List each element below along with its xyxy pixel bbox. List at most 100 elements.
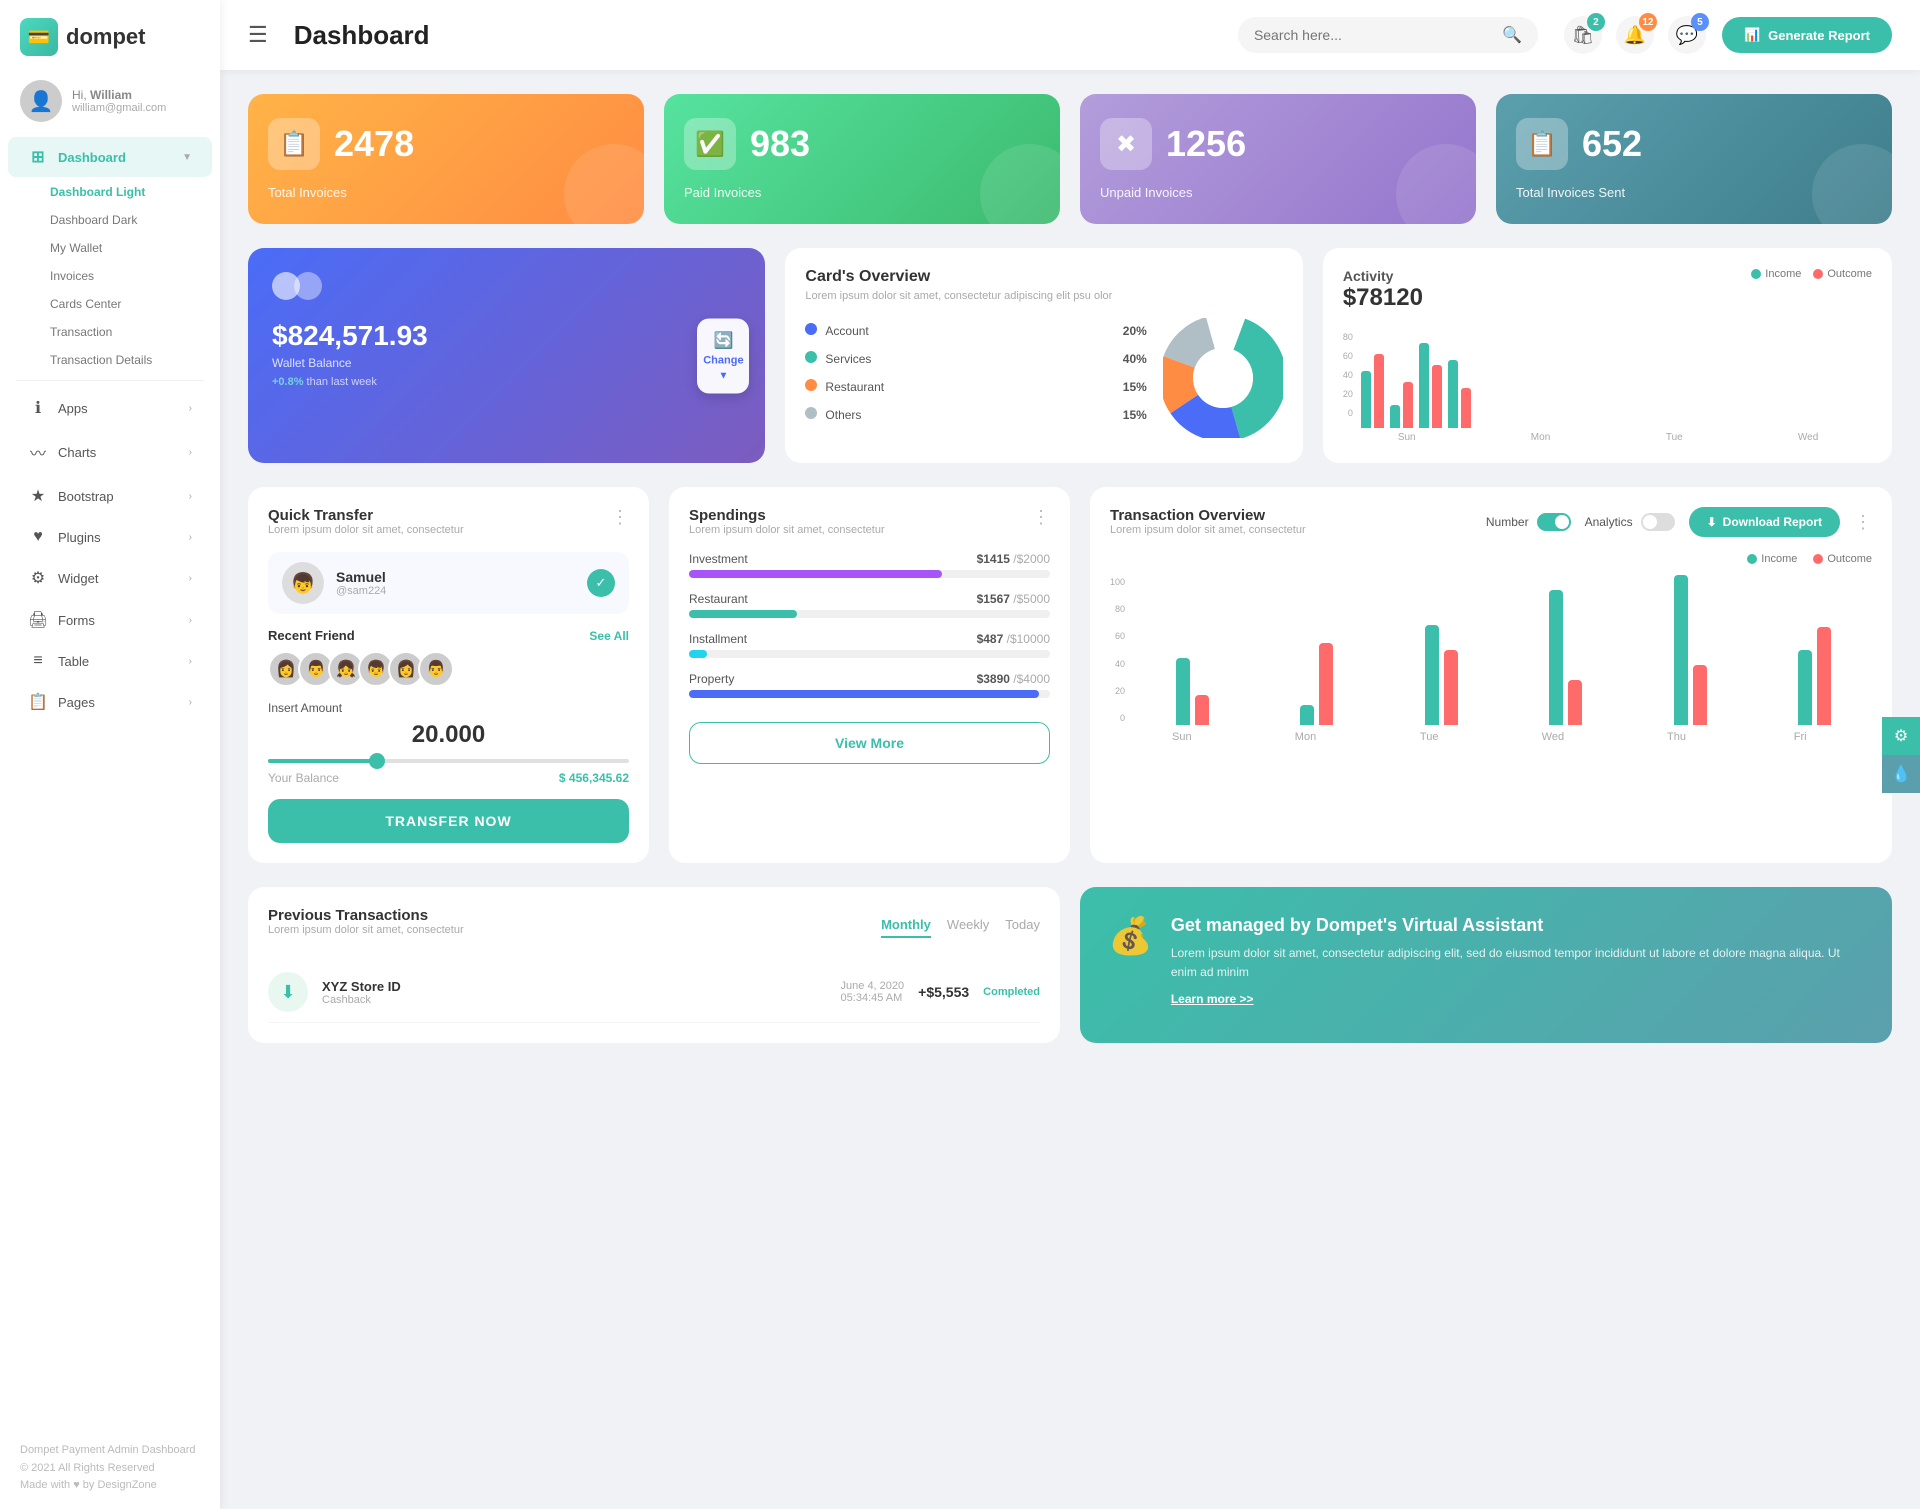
analytics-toggle[interactable] <box>1641 513 1675 531</box>
income-dot <box>1751 269 1761 279</box>
bar-tue-income <box>1419 343 1429 428</box>
sidebar-sub-transaction[interactable]: Transaction <box>0 318 220 346</box>
user-name: William <box>90 88 132 102</box>
spendings-panel: Spendings Lorem ipsum dolor sit amet, co… <box>669 487 1070 863</box>
sidebar-sub-dashboard-light[interactable]: Dashboard Light <box>0 178 220 206</box>
bar-wed-income <box>1448 360 1458 428</box>
activity-bar-chart <box>1361 338 1872 428</box>
va-desc: Lorem ipsum dolor sit amet, consectetur … <box>1171 944 1864 982</box>
last-row: Previous Transactions Lorem ipsum dolor … <box>248 887 1892 1043</box>
sidebar-sub-cards-center[interactable]: Cards Center <box>0 290 220 318</box>
tx-bar-fri-outcome <box>1817 627 1831 725</box>
tx-row-info: XYZ Store ID Cashback <box>322 979 827 1006</box>
number-toggle[interactable] <box>1537 513 1571 531</box>
generate-report-button[interactable]: 📊 Generate Report <box>1722 17 1892 53</box>
transfer-now-button[interactable]: TRANSFER NOW <box>268 799 629 843</box>
activity-legend: Income Outcome <box>1751 268 1872 280</box>
tx-bar-fri-income <box>1798 650 1812 725</box>
chevron-down-icon: ▼ <box>182 152 192 163</box>
tx-row-name: XYZ Store ID <box>322 979 827 994</box>
bar-wed-outcome <box>1461 388 1471 428</box>
spending-items: Investment $1415 /$2000 Restaurant $1567… <box>689 552 1050 698</box>
toggle-analytics: Analytics <box>1585 513 1675 531</box>
va-icon: 💰 <box>1108 915 1153 957</box>
user-avatar: 👤 <box>20 80 62 122</box>
qt-menu-icon[interactable]: ⋮ <box>611 507 629 528</box>
dot-account <box>805 323 817 335</box>
wallet-label: Wallet Balance <box>272 356 741 370</box>
sidebar-sub-transaction-details[interactable]: Transaction Details <box>0 346 220 374</box>
balance-value: $ 456,345.62 <box>559 771 629 785</box>
tab-today[interactable]: Today <box>1005 917 1040 938</box>
tx-controls: Number Analytics ⬇ Download Report ⋮ <box>1486 507 1872 537</box>
sidebar-item-widget[interactable]: ⚙ Widget › <box>8 558 212 598</box>
balance-row: Your Balance $ 456,345.62 <box>268 771 629 785</box>
transaction-overview-panel: Transaction Overview Lorem ipsum dolor s… <box>1090 487 1892 863</box>
prev-tx-tabs: Monthly Weekly Today <box>881 917 1040 938</box>
stat-value-total: 2478 <box>334 123 414 165</box>
chevron-right-icon-5: › <box>189 573 192 584</box>
tab-weekly[interactable]: Weekly <box>947 917 989 938</box>
sidebar-charts-label: Charts <box>58 445 96 460</box>
sidebar-sub-dashboard-dark[interactable]: Dashboard Dark <box>0 206 220 234</box>
download-report-button[interactable]: ⬇ Download Report <box>1689 507 1840 537</box>
download-label: Download Report <box>1723 515 1822 529</box>
change-label: Change <box>703 354 743 366</box>
sidebar-item-dashboard[interactable]: ⊞ Dashboard ▼ <box>8 137 212 177</box>
spendings-menu-icon[interactable]: ⋮ <box>1032 507 1050 528</box>
dashboard-icon: ⊞ <box>28 147 48 167</box>
amount-slider[interactable] <box>268 759 629 763</box>
widget-icon: ⚙ <box>28 568 48 588</box>
notification-badge: 12 <box>1639 13 1657 31</box>
sidebar-item-forms[interactable]: 🖨 Forms › <box>8 600 212 640</box>
tx-bar-mon <box>1260 643 1375 725</box>
tx-bar-tue-income <box>1425 625 1439 725</box>
va-learn-more-link[interactable]: Learn more >> <box>1171 992 1864 1006</box>
change-button[interactable]: 🔄 Change ▼ <box>697 318 749 393</box>
chevron-right-icon-7: › <box>189 656 192 667</box>
wallet-icon-btn[interactable]: 🛍 2 <box>1564 16 1602 54</box>
menu-icon[interactable]: ☰ <box>248 22 268 48</box>
tx-bar-mon-outcome <box>1319 643 1333 725</box>
bar-group-tue <box>1419 343 1442 428</box>
sidebar-sub-my-wallet[interactable]: My Wallet <box>0 234 220 262</box>
search-input[interactable] <box>1254 27 1494 43</box>
water-float-button[interactable]: 💧 <box>1882 755 1920 793</box>
spending-installment-amount: $487 /$10000 <box>977 632 1050 646</box>
sidebar-sub-invoices[interactable]: Invoices <box>0 262 220 290</box>
slider-thumb[interactable] <box>369 753 385 769</box>
sidebar-item-apps[interactable]: ℹ Apps › <box>8 388 212 428</box>
see-all-link[interactable]: See All <box>589 629 629 643</box>
friend-6: 👨 <box>418 651 454 687</box>
bar-installment <box>689 650 707 658</box>
spendings-desc: Lorem ipsum dolor sit amet, consectetur <box>689 524 885 536</box>
settings-float-button[interactable]: ⚙ <box>1882 717 1920 755</box>
insert-amount-label: Insert Amount <box>268 701 629 715</box>
balance-label: Your Balance <box>268 771 339 785</box>
notification-btn[interactable]: 🔔 12 <box>1616 16 1654 54</box>
tx-bar-wed-income <box>1549 590 1563 725</box>
toggle-number: Number <box>1486 513 1571 531</box>
table-row: ⬇ XYZ Store ID Cashback June 4, 2020 05:… <box>268 962 1040 1023</box>
spending-investment-name: Investment <box>689 552 748 566</box>
pages-icon: 📋 <box>28 692 48 712</box>
sidebar-item-table[interactable]: ≡ Table › <box>8 642 212 680</box>
legend-outcome: Outcome <box>1813 268 1872 280</box>
sidebar-item-bootstrap[interactable]: ★ Bootstrap › <box>8 476 212 516</box>
sidebar-item-charts[interactable]: 〰 Charts › <box>8 430 212 474</box>
tx-bar-tue <box>1384 625 1499 725</box>
chevron-right-icon-2: › <box>189 447 192 458</box>
page-title: Dashboard <box>294 20 1222 51</box>
tab-monthly[interactable]: Monthly <box>881 917 931 938</box>
co-title: Card's Overview <box>805 268 1282 286</box>
tx-menu-icon[interactable]: ⋮ <box>1854 512 1872 533</box>
spending-installment-name: Installment <box>689 632 747 646</box>
sidebar-item-plugins[interactable]: ♥ Plugins › <box>8 518 212 556</box>
message-btn[interactable]: 💬 5 <box>1668 16 1706 54</box>
sidebar-item-pages[interactable]: 📋 Pages › <box>8 682 212 722</box>
tx-x-labels: Sun Mon Tue Wed Thu Fri <box>1110 731 1872 743</box>
bar-mon-income <box>1390 405 1400 428</box>
bar-mon-outcome <box>1403 382 1413 428</box>
view-more-button[interactable]: View More <box>689 722 1050 764</box>
cards-overview-panel: Card's Overview Lorem ipsum dolor sit am… <box>785 248 1302 463</box>
